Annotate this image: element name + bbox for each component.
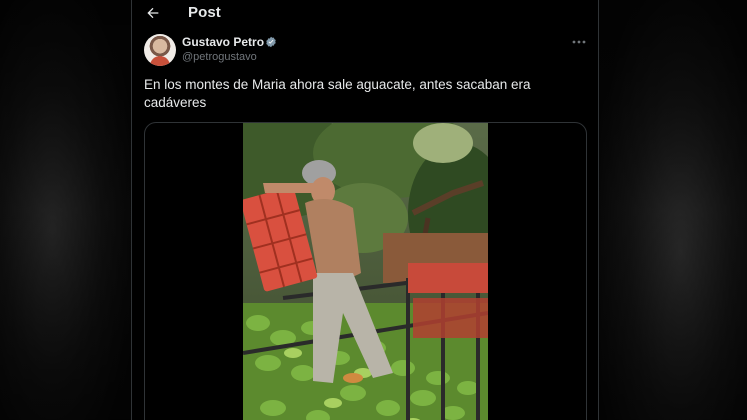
arrow-left-icon	[147, 7, 159, 19]
tweet-text: En los montes de Maria ahora sale aguaca…	[144, 76, 584, 112]
video-frame	[243, 123, 488, 420]
video-player[interactable]	[243, 123, 488, 420]
back-button[interactable]	[142, 3, 164, 23]
more-options-button[interactable]	[568, 34, 590, 50]
left-backdrop	[0, 0, 131, 420]
tweet-media[interactable]	[144, 122, 587, 420]
post-column: Post Gustavo Petro @petrogustavo En los …	[131, 0, 599, 420]
avatar[interactable]	[144, 34, 176, 66]
post-header: Post	[132, 0, 598, 27]
page-title: Post	[188, 4, 221, 21]
right-backdrop	[599, 0, 747, 420]
tweet-text-line-2: cadáveres	[144, 95, 207, 110]
tweet-text-line-1: En los montes de Maria ahora sale aguaca…	[144, 77, 531, 92]
verified-badge-icon	[266, 36, 276, 48]
more-horizontal-icon	[572, 40, 586, 44]
author-handle[interactable]: @petrogustavo	[182, 51, 257, 63]
author-name[interactable]: Gustavo Petro	[182, 35, 264, 49]
